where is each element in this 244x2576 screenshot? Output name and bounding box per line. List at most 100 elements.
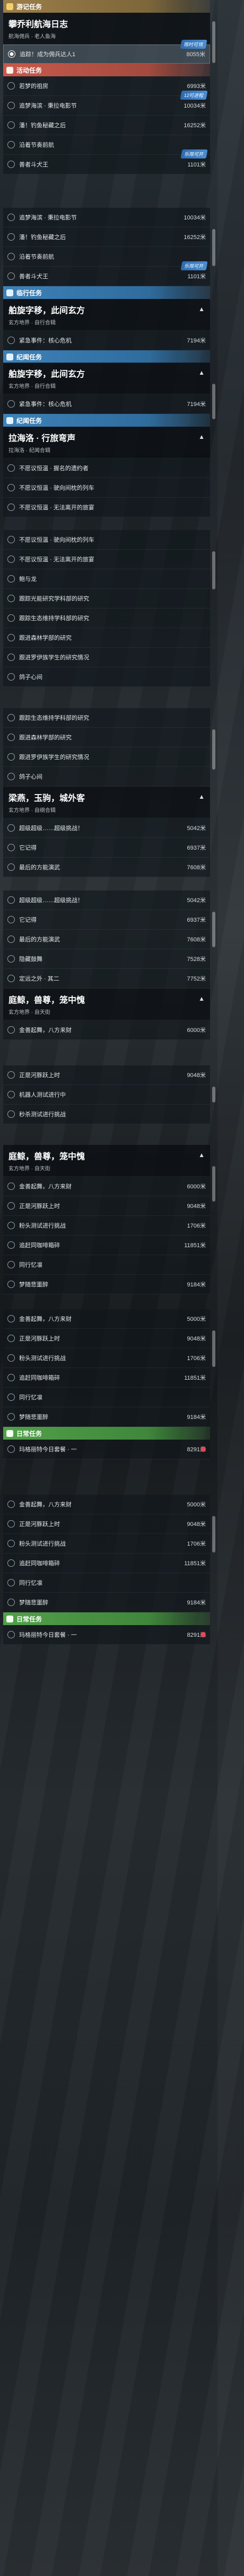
chapter-header[interactable]: 舶旋字移，此间玄方 玄方地界 · 自行合辑 ▲ bbox=[3, 363, 210, 394]
task-item[interactable]: 秒杀测试进行挑战 bbox=[3, 1105, 210, 1124]
task-item[interactable]: 不愿议恒温 · 驶向间枕的列车 bbox=[3, 530, 210, 550]
task-item[interactable]: 紧急事件：核心危机 7194米 bbox=[3, 394, 210, 414]
task-item[interactable]: 隐藏鼓舞 7528米 bbox=[3, 949, 210, 969]
chapter-header[interactable]: 梁燕，玉驹，城外客 玄方地界 · 自纲合辑 ▲ bbox=[3, 787, 210, 818]
scrollbar[interactable] bbox=[212, 1516, 215, 1552]
scrollbar[interactable] bbox=[212, 21, 215, 63]
scrollbar[interactable] bbox=[212, 1166, 215, 1202]
task-item[interactable]: 不愿议恒温 · 无法离开的旅宴 bbox=[3, 498, 210, 517]
task-item[interactable]: 正是河豚跃上时 9048米 bbox=[3, 1514, 210, 1534]
task-item[interactable]: 玛格丽特今日套餐 · 一 8291米 bbox=[3, 1625, 210, 1645]
chapter-header[interactable]: 舶旋字移，此间玄方 玄方地界 · 自行合辑 ▲ bbox=[3, 299, 210, 331]
quest-panel: 不愿议恒温 · 驶向间枕的列车 不愿议恒温 · 无法离开的旅宴 鲍与龙 跟踪光能研究学… bbox=[3, 530, 210, 687]
task-item[interactable]: 跟踪生态维持学科部的研究 bbox=[3, 608, 210, 628]
task-item[interactable]: 梦随悲噩醉 9184米 bbox=[3, 1593, 210, 1612]
task-item[interactable]: 紧急事件：核心危机 7194米 bbox=[3, 331, 210, 350]
task-status-icon bbox=[7, 1579, 15, 1586]
task-item[interactable]: 不愿议恒温 · 握名的遗约者 bbox=[3, 458, 210, 478]
task-item[interactable]: 跟进罗伊族学生的研究情况 bbox=[3, 648, 210, 667]
collapse-chevron-icon[interactable]: ▲ bbox=[198, 1151, 205, 1159]
collapse-chevron-icon[interactable]: ▲ bbox=[198, 793, 205, 800]
section-label: 纪闻任务 bbox=[16, 353, 42, 361]
scrollbar[interactable] bbox=[212, 1330, 215, 1367]
task-item[interactable]: 追梦海滨 · 秉拉电影节 10034米 bbox=[3, 208, 210, 227]
task-distance: 5000米 bbox=[187, 1316, 206, 1322]
task-item[interactable]: 玛格丽特今日套餐 · 一 8291米 bbox=[3, 1440, 210, 1459]
chapter-header[interactable]: 攀乔利航海日志 航海佣兵 · 老人鱼海 bbox=[3, 13, 210, 45]
scrollbar[interactable] bbox=[212, 229, 215, 266]
task-item[interactable]: 超级超级……超级挑战！ 5042米 bbox=[3, 818, 210, 838]
task-status-icon bbox=[7, 654, 15, 661]
scrollbar[interactable] bbox=[212, 384, 215, 419]
task-item[interactable]: 同行忆凛 bbox=[3, 1573, 210, 1593]
task-item[interactable]: 追梦海滨 · 秉拉电影节 10034米 12可进程 bbox=[3, 91, 210, 116]
task-item[interactable]: 最后的方能演武 7608米 bbox=[3, 858, 210, 877]
task-item[interactable]: 鸽子心间 bbox=[3, 667, 210, 687]
task-distance: 11851米 bbox=[184, 1242, 206, 1249]
scrollbar[interactable] bbox=[212, 1087, 215, 1102]
task-item[interactable]: 金善起舞，八方来财 5000米 bbox=[3, 1309, 210, 1329]
task-item[interactable]: 追踪！成为佣兵达人1 8055米 限时可领 bbox=[3, 40, 210, 64]
task-item[interactable]: 粉头测试进行挑战 1706米 bbox=[3, 1534, 210, 1554]
task-item[interactable]: 金善起舞，八方来财 5000米 bbox=[3, 1495, 210, 1514]
section-header: 纪闻任务 bbox=[3, 350, 210, 363]
collapse-chevron-icon[interactable]: ▲ bbox=[198, 995, 205, 1002]
scrollbar[interactable] bbox=[212, 912, 215, 947]
task-name: 玛格丽特今日套餐 · 一 bbox=[19, 1446, 77, 1453]
task-item[interactable]: 善者斗犬王 1101米 乐限可开 bbox=[3, 261, 210, 286]
task-item[interactable]: 粉头测试进行挑战 1706米 bbox=[3, 1348, 210, 1368]
task-status-icon bbox=[7, 916, 15, 923]
task-distance: 6000米 bbox=[187, 1027, 206, 1034]
task-status-icon bbox=[7, 1374, 15, 1381]
task-item[interactable]: 定远之外 · 其二 7752米 bbox=[3, 969, 210, 989]
task-item[interactable]: 追赶同咖啡箱碎 11851米 bbox=[3, 1554, 210, 1573]
task-item[interactable]: 潘！钓鱼秘藏之后 16252米 bbox=[3, 116, 210, 135]
collapse-chevron-icon[interactable]: ▲ bbox=[198, 369, 205, 376]
task-badge: 限时可领 bbox=[180, 40, 207, 49]
task-item[interactable]: 鲍与龙 bbox=[3, 569, 210, 589]
task-item[interactable]: 它记得 6937米 bbox=[3, 910, 210, 930]
task-item[interactable]: 梦随悲噩醉 9184米 bbox=[3, 1275, 210, 1294]
task-status-icon bbox=[7, 121, 15, 129]
task-item[interactable]: 跟踪生态维持学科部的研究 bbox=[3, 708, 210, 728]
task-item[interactable]: 追赶同咖啡箱碎 11851米 bbox=[3, 1236, 210, 1255]
task-item[interactable]: 它记得 6937米 bbox=[3, 838, 210, 858]
task-item[interactable]: 跟进罗伊族学生的研究情况 bbox=[3, 747, 210, 767]
task-item[interactable]: 潘！钓鱼秘藏之后 16252米 bbox=[3, 227, 210, 247]
task-item[interactable]: 不愿议恒温 · 驶向间枕的列车 bbox=[3, 478, 210, 498]
task-name: 它记得 bbox=[19, 917, 37, 923]
task-item[interactable]: 最后的方能演武 7608米 bbox=[3, 930, 210, 949]
task-item[interactable]: 不愿议恒温 · 无法离开的旅宴 bbox=[3, 550, 210, 569]
task-item[interactable]: 沿着节奏前航 bbox=[3, 247, 210, 267]
task-item[interactable]: 善者斗犬王 1101米 乐限可开 bbox=[3, 149, 210, 174]
task-item[interactable]: 金善起舞，八方来财 6000米 bbox=[3, 1177, 210, 1196]
chapter-header[interactable]: 庭鲸，兽尊，笼中愧 玄方地界 · 自天街 ▲ bbox=[3, 989, 210, 1020]
task-item[interactable]: 沿着节奏前航 bbox=[3, 135, 210, 155]
task-item[interactable]: 正是河豚跃上时 9048米 bbox=[3, 1065, 210, 1085]
task-item[interactable]: 机器人测试进行中 bbox=[3, 1085, 210, 1105]
collapse-chevron-icon[interactable]: ▲ bbox=[198, 305, 205, 313]
task-item[interactable]: 正是河豚跃上时 9048米 bbox=[3, 1196, 210, 1216]
task-item[interactable]: 金善起舞，八方来财 6000米 bbox=[3, 1020, 210, 1040]
task-item[interactable]: 粉头测试进行挑战 1706米 bbox=[3, 1216, 210, 1236]
task-status-icon bbox=[7, 714, 15, 721]
task-item[interactable]: 鸽子心间 bbox=[3, 767, 210, 787]
task-item[interactable]: 跟踪光能研究学科部的研究 bbox=[3, 589, 210, 608]
scrollbar[interactable] bbox=[212, 551, 215, 589]
task-item[interactable]: 跟进森林学部的研究 bbox=[3, 728, 210, 747]
task-item[interactable]: 同行忆凛 bbox=[3, 1255, 210, 1275]
task-item[interactable]: 梦随悲噩醉 9184米 bbox=[3, 1407, 210, 1427]
task-item[interactable]: 正是河豚跃上时 9048米 bbox=[3, 1329, 210, 1348]
task-item[interactable]: 追赶同咖啡箱碎 11851米 bbox=[3, 1368, 210, 1388]
task-item[interactable]: 若梦的祖房 6993米 bbox=[3, 76, 210, 96]
task-item[interactable]: 同行忆凛 bbox=[3, 1388, 210, 1407]
task-name: 最后的方能演武 bbox=[19, 937, 60, 943]
task-name: 不愿议恒温 · 无法离开的旅宴 bbox=[19, 505, 94, 511]
task-item[interactable]: 超级超级……超级挑战！ 5042米 bbox=[3, 890, 210, 910]
chapter-header[interactable]: 拉海洛 · 行旅弯声 拉海洛 · 纪闻合辑 ▲ bbox=[3, 427, 210, 458]
task-status-icon bbox=[7, 1335, 15, 1342]
scrollbar[interactable] bbox=[212, 729, 215, 770]
chapter-header[interactable]: 庭鲸，兽尊，笼中愧 玄方地界 · 自天街 ▲ bbox=[3, 1145, 210, 1177]
task-item[interactable]: 跟进森林学部的研究 bbox=[3, 628, 210, 648]
collapse-chevron-icon[interactable]: ▲ bbox=[198, 433, 205, 440]
